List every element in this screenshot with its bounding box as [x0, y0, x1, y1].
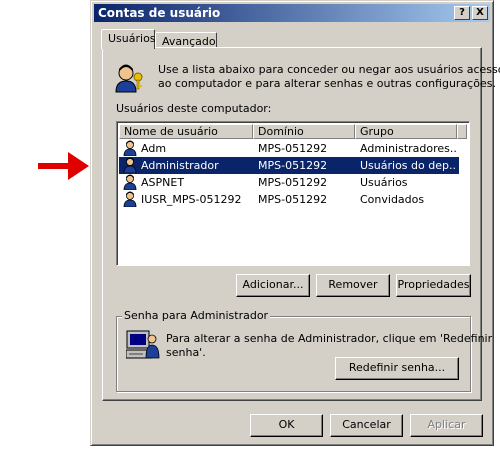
- user-name-cell: ASPNET: [141, 176, 185, 189]
- reset-password-button-label: Redefinir senha...: [348, 361, 446, 374]
- user-name-cell: Administrador: [141, 159, 219, 172]
- column-header-name[interactable]: Nome de usuário: [119, 124, 253, 139]
- help-button[interactable]: ?: [454, 6, 470, 20]
- table-row[interactable]: ASPNET MPS-051292 Usuários: [119, 174, 459, 191]
- user-group-cell: Usuários do dep...: [360, 159, 457, 172]
- close-button[interactable]: X: [472, 6, 488, 20]
- add-button-label: Adicionar...: [242, 278, 304, 291]
- apply-button[interactable]: Aplicar: [410, 414, 483, 437]
- user-domain-cell: MPS-051292: [258, 159, 328, 172]
- intro-line-2: ao computador e para alterar senhas e ou…: [158, 77, 496, 90]
- user-name-cell: Adm: [141, 142, 167, 155]
- column-header-group[interactable]: Grupo: [355, 124, 457, 139]
- column-header-filler: [457, 124, 467, 139]
- password-group-title: Senha para Administrador: [122, 309, 271, 322]
- user-domain-cell: MPS-051292: [258, 142, 328, 155]
- computer-user-icon: [126, 330, 160, 359]
- table-row-selected[interactable]: Administrador MPS-051292 Usuários do dep…: [119, 157, 459, 174]
- password-text-line-2: senha'.: [166, 346, 206, 359]
- add-button[interactable]: Adicionar...: [236, 274, 310, 297]
- ok-button[interactable]: OK: [250, 414, 323, 437]
- intro-line-1: Use a lista abaixo para conceder ou nega…: [158, 63, 500, 76]
- user-icon: [123, 174, 137, 190]
- window-title: Contas de usuário: [98, 6, 221, 20]
- remove-button[interactable]: Remover: [316, 274, 390, 297]
- users-list-label: Usuários deste computador:: [116, 102, 272, 115]
- cancel-button[interactable]: Cancelar: [330, 414, 403, 437]
- column-header-domain[interactable]: Domínio: [253, 124, 355, 139]
- reset-password-button[interactable]: Redefinir senha...: [335, 357, 459, 380]
- users-key-icon: [115, 64, 143, 93]
- user-icon: [123, 191, 137, 207]
- red-arrow-icon: [38, 152, 89, 180]
- properties-button[interactable]: Propriedades: [396, 274, 471, 297]
- user-icon: [123, 140, 137, 156]
- users-list[interactable]: Nome de usuário Domínio Grupo Adm MPS-05…: [116, 121, 470, 266]
- cancel-button-label: Cancelar: [342, 418, 391, 431]
- table-row[interactable]: IUSR_MPS-051292 MPS-051292 Convidados: [119, 191, 459, 208]
- user-group-cell: Administradores...: [360, 142, 457, 155]
- remove-button-label: Remover: [328, 278, 378, 291]
- user-group-cell: Usuários: [360, 176, 408, 189]
- user-icon: [123, 157, 137, 173]
- tab-usuarios[interactable]: Usuários: [101, 29, 156, 49]
- user-domain-cell: MPS-051292: [258, 176, 328, 189]
- properties-button-label: Propriedades: [397, 278, 470, 291]
- table-row[interactable]: Adm MPS-051292 Administradores...: [119, 140, 459, 157]
- password-text-line-1: Para alterar a senha de Administrador, c…: [166, 332, 493, 345]
- title-bar[interactable]: Contas de usuário ? X: [94, 4, 490, 22]
- tab-usuarios-label: Usuários: [108, 32, 156, 45]
- user-name-cell: IUSR_MPS-051292: [141, 193, 242, 206]
- user-domain-cell: MPS-051292: [258, 193, 328, 206]
- user-group-cell: Convidados: [360, 193, 425, 206]
- ok-button-label: OK: [278, 418, 295, 431]
- apply-button-label: Aplicar: [427, 418, 466, 431]
